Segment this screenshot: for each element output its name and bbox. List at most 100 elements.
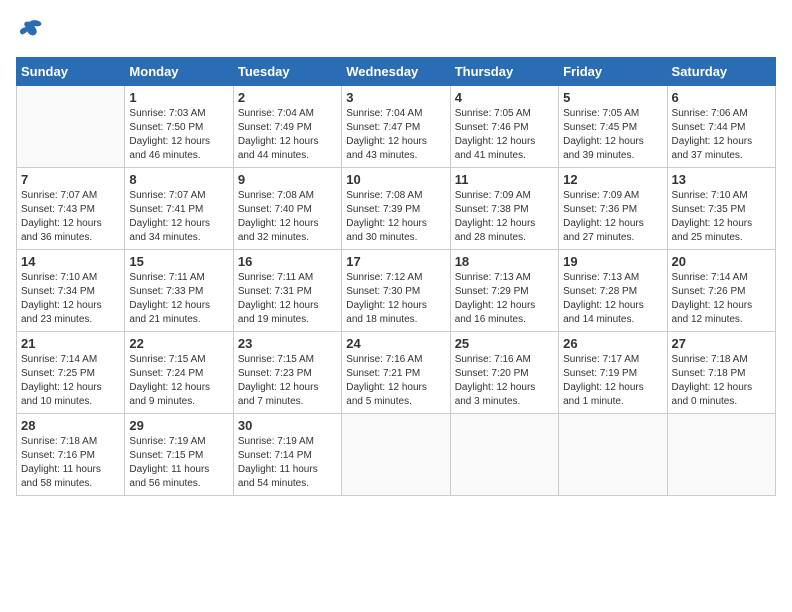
day-info: Sunrise: 7:08 AM Sunset: 7:40 PM Dayligh… — [238, 189, 337, 245]
day-info: Sunrise: 7:11 AM Sunset: 7:33 PM Dayligh… — [129, 271, 228, 327]
day-number: 22 — [129, 336, 228, 351]
week-row-2: 7Sunrise: 7:07 AM Sunset: 7:43 PM Daylig… — [17, 168, 776, 250]
calendar-cell: 10 Sunrise: 7:08 AM Sunset: 7:39 PM Dayli… — [342, 168, 450, 250]
day-number: 21 — [21, 336, 120, 351]
day-number: 20 — [672, 254, 771, 269]
day-info: Sunrise: 7:07 AM Sunset: 7:41 PM Dayligh… — [129, 189, 228, 245]
calendar-cell: 4 Sunrise: 7:05 AM Sunset: 7:46 PM Daylig… — [450, 86, 558, 168]
calendar-cell: 6 Sunrise: 7:06 AM Sunset: 7:44 PM Daylig… — [667, 86, 775, 168]
calendar-cell: 24 Sunrise: 7:16 AM Sunset: 7:21 PM Dayli… — [342, 332, 450, 414]
calendar-cell: 21 Sunrise: 7:14 AM Sunset: 7:25 PM Dayli… — [17, 332, 125, 414]
day-info: Sunrise: 7:14 AM Sunset: 7:25 PM Dayligh… — [21, 353, 120, 409]
day-number: 28 — [21, 418, 120, 433]
day-info: Sunrise: 7:14 AM Sunset: 7:26 PM Dayligh… — [672, 271, 771, 327]
day-number: 13 — [672, 172, 771, 187]
day-number: 5 — [563, 90, 662, 105]
calendar-cell: 8 Sunrise: 7:07 AM Sunset: 7:41 PM Daylig… — [125, 168, 233, 250]
day-number: 17 — [346, 254, 445, 269]
day-info: Sunrise: 7:05 AM Sunset: 7:46 PM Dayligh… — [455, 107, 554, 163]
day-number: 10 — [346, 172, 445, 187]
calendar-cell: 2 Sunrise: 7:04 AM Sunset: 7:49 PM Daylig… — [233, 86, 341, 168]
day-number: 27 — [672, 336, 771, 351]
day-number: 23 — [238, 336, 337, 351]
day-number: 19 — [563, 254, 662, 269]
calendar-table: SundayMondayTuesdayWednesdayThursdayFrid… — [16, 57, 776, 496]
day-number: 3 — [346, 90, 445, 105]
day-info: Sunrise: 7:19 AM Sunset: 7:15 PM Dayligh… — [129, 435, 228, 491]
calendar-cell: 15 Sunrise: 7:11 AM Sunset: 7:33 PM Dayli… — [125, 250, 233, 332]
calendar-cell: 19Sunrise: 7:13 AM Sunset: 7:28 PM Dayli… — [559, 250, 667, 332]
calendar-cell: 30Sunrise: 7:19 AM Sunset: 7:14 PM Dayli… — [233, 414, 341, 496]
weekday-header-wednesday: Wednesday — [342, 58, 450, 86]
day-number: 26 — [563, 336, 662, 351]
day-info: Sunrise: 7:15 AM Sunset: 7:23 PM Dayligh… — [238, 353, 337, 409]
calendar-cell — [17, 86, 125, 168]
day-info: Sunrise: 7:17 AM Sunset: 7:19 PM Dayligh… — [563, 353, 662, 409]
page-header — [16, 16, 776, 49]
day-number: 15 — [129, 254, 228, 269]
day-number: 2 — [238, 90, 337, 105]
day-number: 18 — [455, 254, 554, 269]
calendar-cell: 26 Sunrise: 7:17 AM Sunset: 7:19 PM Dayli… — [559, 332, 667, 414]
day-info: Sunrise: 7:18 AM Sunset: 7:16 PM Dayligh… — [21, 435, 120, 491]
calendar-cell — [667, 414, 775, 496]
day-info: Sunrise: 7:12 AM Sunset: 7:30 PM Dayligh… — [346, 271, 445, 327]
day-info: Sunrise: 7:03 AM Sunset: 7:50 PM Dayligh… — [129, 107, 228, 163]
day-number: 24 — [346, 336, 445, 351]
weekday-header-friday: Friday — [559, 58, 667, 86]
day-number: 11 — [455, 172, 554, 187]
day-number: 4 — [455, 90, 554, 105]
day-info: Sunrise: 7:15 AM Sunset: 7:24 PM Dayligh… — [129, 353, 228, 409]
calendar-cell: 5 Sunrise: 7:05 AM Sunset: 7:45 PM Daylig… — [559, 86, 667, 168]
day-info: Sunrise: 7:04 AM Sunset: 7:47 PM Dayligh… — [346, 107, 445, 163]
week-row-3: 14 Sunrise: 7:10 AM Sunset: 7:34 PM Dayli… — [17, 250, 776, 332]
calendar-cell: 9 Sunrise: 7:08 AM Sunset: 7:40 PM Daylig… — [233, 168, 341, 250]
calendar-cell: 22 Sunrise: 7:15 AM Sunset: 7:24 PM Dayli… — [125, 332, 233, 414]
calendar-cell: 29Sunrise: 7:19 AM Sunset: 7:15 PM Dayli… — [125, 414, 233, 496]
day-number: 12 — [563, 172, 662, 187]
calendar-cell: 1 Sunrise: 7:03 AM Sunset: 7:50 PM Daylig… — [125, 86, 233, 168]
calendar-cell — [342, 414, 450, 496]
day-number: 16 — [238, 254, 337, 269]
day-info: Sunrise: 7:13 AM Sunset: 7:29 PM Dayligh… — [455, 271, 554, 327]
day-info: Sunrise: 7:16 AM Sunset: 7:21 PM Dayligh… — [346, 353, 445, 409]
calendar-cell: 18 Sunrise: 7:13 AM Sunset: 7:29 PM Dayli… — [450, 250, 558, 332]
day-info: Sunrise: 7:05 AM Sunset: 7:45 PM Dayligh… — [563, 107, 662, 163]
calendar-cell — [450, 414, 558, 496]
day-info: Sunrise: 7:09 AM Sunset: 7:36 PM Dayligh… — [563, 189, 662, 245]
day-info: Sunrise: 7:06 AM Sunset: 7:44 PM Dayligh… — [672, 107, 771, 163]
day-info: Sunrise: 7:04 AM Sunset: 7:49 PM Dayligh… — [238, 107, 337, 163]
day-number: 1 — [129, 90, 228, 105]
week-row-4: 21 Sunrise: 7:14 AM Sunset: 7:25 PM Dayli… — [17, 332, 776, 414]
day-number: 6 — [672, 90, 771, 105]
calendar-cell: 12 Sunrise: 7:09 AM Sunset: 7:36 PM Dayli… — [559, 168, 667, 250]
week-row-1: 1 Sunrise: 7:03 AM Sunset: 7:50 PM Daylig… — [17, 86, 776, 168]
day-number: 30 — [238, 418, 337, 433]
calendar-cell: 3 Sunrise: 7:04 AM Sunset: 7:47 PM Daylig… — [342, 86, 450, 168]
day-info: Sunrise: 7:16 AM Sunset: 7:20 PM Dayligh… — [455, 353, 554, 409]
calendar-cell: 27 Sunrise: 7:18 AM Sunset: 7:18 PM Dayli… — [667, 332, 775, 414]
weekday-header-thursday: Thursday — [450, 58, 558, 86]
calendar-cell: 14 Sunrise: 7:10 AM Sunset: 7:34 PM Dayli… — [17, 250, 125, 332]
day-number: 14 — [21, 254, 120, 269]
day-number: 25 — [455, 336, 554, 351]
day-info: Sunrise: 7:18 AM Sunset: 7:18 PM Dayligh… — [672, 353, 771, 409]
day-info: Sunrise: 7:10 AM Sunset: 7:35 PM Dayligh… — [672, 189, 771, 245]
weekday-header-sunday: Sunday — [17, 58, 125, 86]
calendar-cell: 23 Sunrise: 7:15 AM Sunset: 7:23 PM Dayli… — [233, 332, 341, 414]
calendar-cell: 17 Sunrise: 7:12 AM Sunset: 7:30 PM Dayli… — [342, 250, 450, 332]
day-number: 7 — [21, 172, 120, 187]
day-info: Sunrise: 7:10 AM Sunset: 7:34 PM Dayligh… — [21, 271, 120, 327]
weekday-header-saturday: Saturday — [667, 58, 775, 86]
logo — [16, 16, 48, 49]
calendar-cell: 16Sunrise: 7:11 AM Sunset: 7:31 PM Dayli… — [233, 250, 341, 332]
day-info: Sunrise: 7:08 AM Sunset: 7:39 PM Dayligh… — [346, 189, 445, 245]
calendar-cell: 11 Sunrise: 7:09 AM Sunset: 7:38 PM Dayli… — [450, 168, 558, 250]
calendar-cell: 25 Sunrise: 7:16 AM Sunset: 7:20 PM Dayli… — [450, 332, 558, 414]
calendar-cell: 13 Sunrise: 7:10 AM Sunset: 7:35 PM Dayli… — [667, 168, 775, 250]
calendar-cell — [559, 414, 667, 496]
day-number: 8 — [129, 172, 228, 187]
calendar-cell: 7Sunrise: 7:07 AM Sunset: 7:43 PM Daylig… — [17, 168, 125, 250]
day-info: Sunrise: 7:09 AM Sunset: 7:38 PM Dayligh… — [455, 189, 554, 245]
day-number: 9 — [238, 172, 337, 187]
